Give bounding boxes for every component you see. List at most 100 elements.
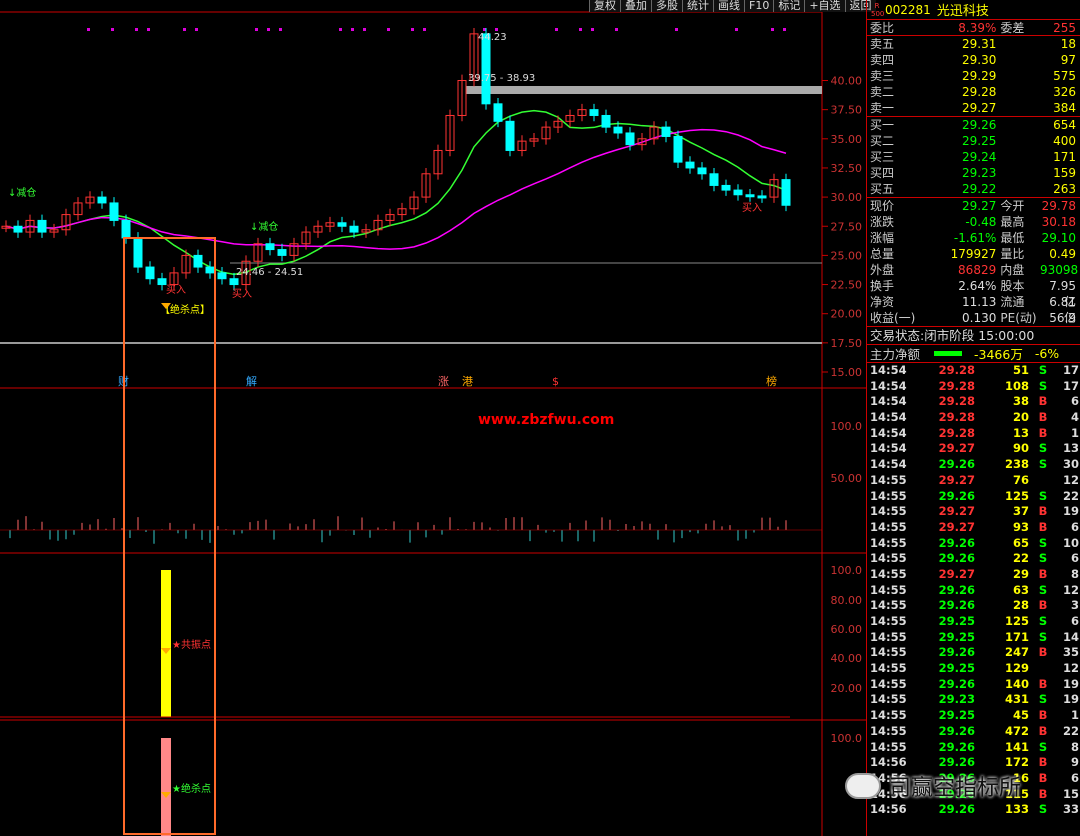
tick-cell: 29.26 xyxy=(931,755,975,771)
tick-cell: 14:55 xyxy=(867,504,931,520)
tick-cell: 29.28 xyxy=(931,394,975,410)
quote-row-4-cell-1: 86829 xyxy=(935,262,1001,278)
buy-row-2-cell-3: 171 xyxy=(1040,149,1080,165)
candle-body xyxy=(278,250,286,256)
tick-cell: 12 xyxy=(1057,473,1079,489)
tick-row: 14:55 29.26 247 B 35 xyxy=(867,645,1080,661)
tick-cell: 17 xyxy=(1057,379,1079,395)
price-axis-label: 20.00 xyxy=(831,308,863,321)
quote-row-4-cell-0: 外盘 xyxy=(867,262,935,278)
quote-row-5-cell-1: 2.64% xyxy=(935,278,1001,294)
tick-cell: 29.27 xyxy=(931,567,975,583)
toolbar-btn-5[interactable]: F10 xyxy=(744,0,773,12)
buy-row-0-cell-3: 654 xyxy=(1040,117,1080,133)
toolbar-btn-1[interactable]: 叠加 xyxy=(620,0,651,12)
buy-row-1: 买二 29.25 400 xyxy=(867,133,1080,149)
buy-row-4-cell-3: 263 xyxy=(1040,181,1080,197)
signal-dot xyxy=(267,28,270,31)
tick-cell: S xyxy=(1029,441,1057,457)
quote-row-7-cell-1: 0.130 xyxy=(935,310,1001,326)
weicha-value: 255 xyxy=(1040,20,1080,35)
price-axis-label: 15.00 xyxy=(831,366,863,379)
toolbar-btn-7[interactable]: +自选 xyxy=(804,0,844,12)
sell-row-4-cell-3: 384 xyxy=(1040,100,1080,116)
tick-cell: 140 xyxy=(975,677,1029,693)
tick-cell: 29.25 xyxy=(931,661,975,677)
tick-cell: 6 xyxy=(1057,771,1079,787)
candle-body xyxy=(122,220,130,237)
signal-dot xyxy=(675,28,678,31)
flow-pct: -6% xyxy=(1035,346,1059,361)
signal-dot xyxy=(363,28,366,31)
quote-row-2-cell-3: 29.10 xyxy=(1040,230,1080,246)
candle-body xyxy=(590,110,598,116)
candle-body xyxy=(482,34,490,104)
tick-cell: 14:54 xyxy=(867,441,931,457)
tick-cell: 63 xyxy=(975,583,1029,599)
tick-cell: 14:55 xyxy=(867,489,931,505)
candle-body xyxy=(230,279,238,285)
tick-cell: 22 xyxy=(975,551,1029,567)
tick-cell: 14:55 xyxy=(867,724,931,740)
tick-row: 14:55 29.25 45 B 1 xyxy=(867,708,1080,724)
chart-toolbar: 复权 叠加 多股 统计 画线 F10 标记 +自选 返回 xyxy=(589,0,876,12)
signal-dot xyxy=(183,28,186,31)
tick-cell: 30 xyxy=(1057,457,1079,473)
event-marker-5: 榜 xyxy=(766,374,777,388)
tick-cell: B xyxy=(1029,771,1057,787)
tick-cell: 14:56 xyxy=(867,802,931,818)
tick-cell: 29.26 xyxy=(931,457,975,473)
resistance-band xyxy=(466,86,822,94)
candle-body xyxy=(674,136,682,162)
toolbar-btn-0[interactable]: 复权 xyxy=(589,0,620,12)
quote-row-0-cell-3: 29.78 xyxy=(1040,198,1080,214)
tick-cell: 29.23 xyxy=(931,692,975,708)
toolbar-btn-2[interactable]: 多股 xyxy=(651,0,682,12)
tick-cell: 14:55 xyxy=(867,520,931,536)
tick-row: 14:54 29.28 20 B 4 xyxy=(867,410,1080,426)
candle-body xyxy=(98,197,106,203)
tick-cell: 14:55 xyxy=(867,614,931,630)
tick-list[interactable]: 14:54 29.28 51 S 17 14:54 29.28 108 S 17 14:54 29.2… xyxy=(867,363,1080,818)
sell-row-4-cell-0: 卖一 xyxy=(867,100,935,116)
tick-cell: 14:55 xyxy=(867,692,931,708)
reduce-label-1: ↓减仓 xyxy=(8,186,36,199)
toolbar-btn-3[interactable]: 统计 xyxy=(682,0,713,12)
candle-body xyxy=(110,203,118,220)
trade-status: 交易状态:闭市阶段 15:00:00 xyxy=(867,327,1080,345)
tick-cell: 22 xyxy=(1057,724,1079,740)
candle-body xyxy=(602,115,610,127)
ind2-axis-label: 60.00 xyxy=(831,623,863,636)
tick-cell: 431 xyxy=(975,692,1029,708)
tick-cell: 20 xyxy=(975,410,1029,426)
signal-dot xyxy=(579,28,582,31)
tick-cell: B xyxy=(1029,520,1057,536)
buy-row-4-cell-1: 29.22 xyxy=(935,181,1001,197)
kline-chart[interactable]: 40.00 37.50 35.00 32.50 30.00 27.50 25.00 22.50… xyxy=(0,0,866,836)
toolbar-btn-4[interactable]: 画线 xyxy=(713,0,744,12)
tick-cell: S xyxy=(1029,614,1057,630)
toolbar-btn-6[interactable]: 标记 xyxy=(773,0,804,12)
tick-row: 14:55 29.25 125 S 6 xyxy=(867,614,1080,630)
quote-row-1-cell-3: 30.18 xyxy=(1040,214,1080,230)
tick-cell: 29.28 xyxy=(931,426,975,442)
quote-row-7-cell-3: 56.9 xyxy=(1040,310,1080,326)
buy-row-0-cell-1: 29.26 xyxy=(935,117,1001,133)
quote-panel: R 500 002281 光迅科技 委比 8.39% 委差 255 卖五 29.31… xyxy=(866,0,1080,836)
flow-bar xyxy=(934,351,962,356)
signal-dot xyxy=(387,28,390,31)
tick-cell: 51 xyxy=(975,363,1029,379)
tick-cell: 4 xyxy=(1057,410,1079,426)
tick-row: 14:55 29.26 141 S 8 xyxy=(867,740,1080,756)
tick-cell: 108 xyxy=(975,379,1029,395)
quote-row-0-cell-2: 今开 xyxy=(1000,198,1040,214)
stock-header: R 500 002281 光迅科技 xyxy=(867,0,1080,20)
quote-row-6-cell-3: 6.81亿 xyxy=(1040,294,1080,310)
tick-cell: 29.25 xyxy=(931,708,975,724)
tick-row: 14:54 29.28 38 B 6 xyxy=(867,394,1080,410)
buy-row-3: 买四 29.23 159 xyxy=(867,165,1080,181)
quote-stats: 现价 29.27 今开 29.78 涨跌 -0.48 最高 30.18 涨幅 -1.61% 最低 29… xyxy=(867,198,1080,327)
quote-row-5-cell-3: 7.95亿 xyxy=(1040,278,1080,294)
candle-body xyxy=(698,168,706,174)
resonance-label: ★共振点 xyxy=(172,638,211,651)
